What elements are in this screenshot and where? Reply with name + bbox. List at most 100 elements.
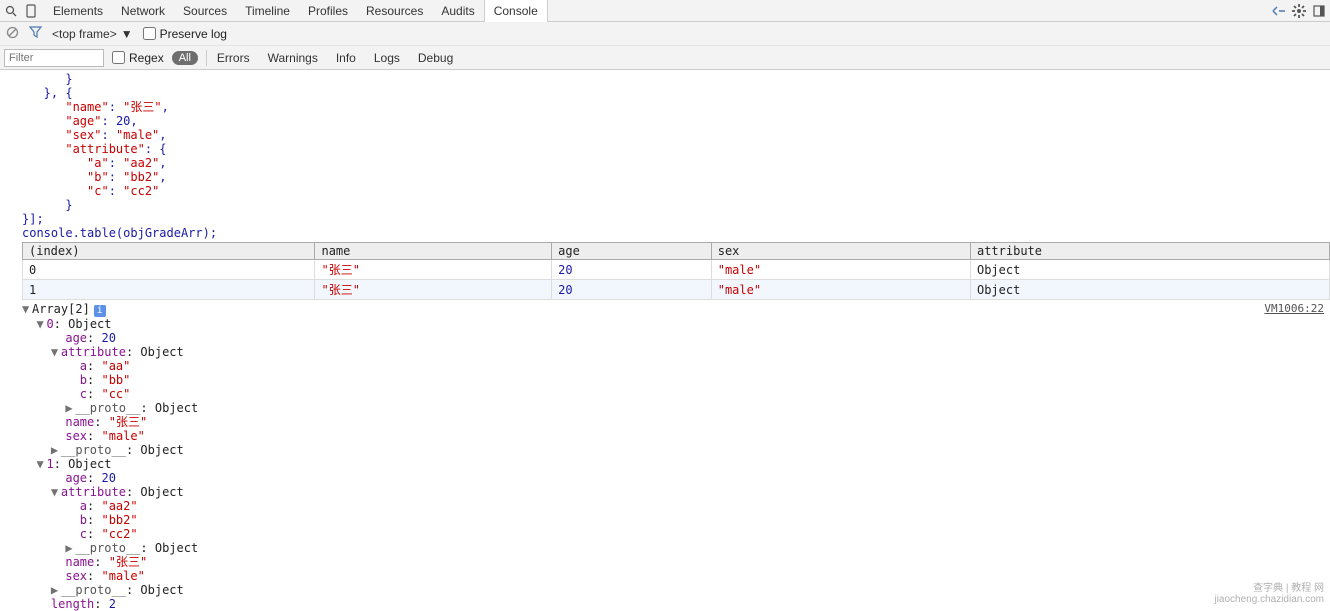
code-val: "bb2" <box>123 170 159 184</box>
table-cell: Object <box>970 280 1329 300</box>
code-prop: "b" <box>87 170 109 184</box>
tab-console[interactable]: Console <box>484 0 548 22</box>
disclosure-triangle[interactable]: ▼ <box>36 457 46 471</box>
frame-selector-label: <top frame> <box>52 27 117 41</box>
all-filter-pill[interactable]: All <box>172 51 198 65</box>
filter-links: Errors Warnings Info Logs Debug <box>215 51 455 65</box>
filter-input[interactable] <box>4 49 104 67</box>
tab-audits[interactable]: Audits <box>432 0 483 22</box>
tree-key: b <box>80 373 87 387</box>
preserve-log-input[interactable] <box>143 27 156 40</box>
code-val: "cc2" <box>123 184 159 198</box>
filter-debug[interactable]: Debug <box>416 51 455 65</box>
clear-console-icon[interactable] <box>6 26 19 42</box>
tree-key[interactable]: attribute <box>61 345 126 359</box>
table-header[interactable]: (index) <box>23 243 315 260</box>
table-cell: "male" <box>711 280 970 300</box>
tab-resources[interactable]: Resources <box>357 0 432 22</box>
settings-icon[interactable] <box>1292 4 1306 18</box>
tree-val: "张三" <box>109 415 147 429</box>
preserve-log-checkbox[interactable]: Preserve log <box>143 27 227 41</box>
code-prop: "name" <box>65 100 108 114</box>
disclosure-triangle[interactable]: ▶ <box>51 443 61 457</box>
filter-warnings[interactable]: Warnings <box>266 51 320 65</box>
tab-network[interactable]: Network <box>112 0 174 22</box>
tree-preview: Object <box>68 457 111 471</box>
table-cell: "张三" <box>315 280 552 300</box>
tree-proto[interactable]: __proto__ <box>75 541 140 555</box>
disclosure-triangle[interactable]: ▶ <box>65 541 75 555</box>
tree-preview: Object <box>155 401 198 415</box>
disclosure-triangle[interactable]: ▼ <box>36 317 46 331</box>
table-header[interactable]: age <box>552 243 712 260</box>
disclosure-triangle[interactable]: ▶ <box>65 401 75 415</box>
code-val: 20 <box>116 114 130 128</box>
vm-source-link[interactable]: VM1006:22 <box>1264 302 1324 316</box>
tree-val: "张三" <box>109 555 147 569</box>
watermark: 查字典 | 教程 网 jiaocheng.chazidian.com <box>1214 579 1324 605</box>
tree-preview: Object <box>140 583 183 597</box>
tree-proto[interactable]: __proto__ <box>75 401 140 415</box>
tree-preview: Object <box>140 443 183 457</box>
tree-key: b <box>80 513 87 527</box>
console-sub-toolbar: <top frame> ▼ Preserve log <box>0 22 1330 46</box>
table-header-row: (index)nameagesexattribute <box>23 243 1330 260</box>
tree-proto[interactable]: __proto__ <box>61 443 126 457</box>
filter-logs[interactable]: Logs <box>372 51 402 65</box>
tab-elements[interactable]: Elements <box>44 0 112 22</box>
tree-proto[interactable]: __proto__ <box>61 583 126 597</box>
filter-info[interactable]: Info <box>334 51 358 65</box>
disclosure-triangle[interactable]: ▼ <box>51 345 61 359</box>
tree-key: age <box>65 331 87 345</box>
dock-icon[interactable] <box>1312 4 1326 18</box>
tab-profiles[interactable]: Profiles <box>299 0 357 22</box>
code-prop: "a" <box>87 156 109 170</box>
tree-preview: Object <box>155 541 198 555</box>
filter-icon[interactable] <box>29 26 42 41</box>
filter-errors[interactable]: Errors <box>215 51 252 65</box>
tree-key[interactable]: 0 <box>46 317 53 331</box>
disclosure-triangle[interactable]: ▼ <box>51 485 61 499</box>
table-header[interactable]: attribute <box>970 243 1329 260</box>
tree-val: 20 <box>102 331 116 345</box>
right-toolbar <box>1272 4 1326 18</box>
table-header[interactable]: name <box>315 243 552 260</box>
regex-input[interactable] <box>112 51 125 64</box>
device-icon[interactable] <box>24 4 38 18</box>
info-badge-icon[interactable]: i <box>94 305 106 317</box>
tree-root[interactable]: Array[2] <box>32 302 90 316</box>
regex-checkbox[interactable]: Regex <box>112 51 164 65</box>
disclosure-triangle[interactable]: ▶ <box>51 583 61 597</box>
code-prop: "age" <box>65 114 101 128</box>
table-cell: 20 <box>552 280 712 300</box>
tab-sources[interactable]: Sources <box>174 0 236 22</box>
tree-key: c <box>80 387 87 401</box>
search-icon[interactable] <box>4 4 18 18</box>
code-snippet: } }, { "name": "张三", "age": 20, "sex": "… <box>0 70 1330 242</box>
disclosure-triangle[interactable]: ▼ <box>22 302 32 316</box>
tree-preview: Object <box>68 317 111 331</box>
drawer-toggle-icon[interactable] <box>1272 4 1286 18</box>
tree-key[interactable]: attribute <box>61 485 126 499</box>
table-row[interactable]: 0"张三"20"male"Object <box>23 260 1330 280</box>
code-prop: "sex" <box>65 128 101 142</box>
tree-key: sex <box>65 569 87 583</box>
console-output: } }, { "name": "张三", "age": 20, "sex": "… <box>0 70 1330 611</box>
tree-val: "male" <box>102 429 145 443</box>
table-header[interactable]: sex <box>711 243 970 260</box>
tree-preview: Object <box>140 485 183 499</box>
table-cell: 1 <box>23 280 315 300</box>
tree-key: name <box>65 415 94 429</box>
tree-key: sex <box>65 429 87 443</box>
table-row[interactable]: 1"张三"20"male"Object <box>23 280 1330 300</box>
tab-timeline[interactable]: Timeline <box>236 0 299 22</box>
tree-val: "cc" <box>101 387 130 401</box>
tree-key[interactable]: 1 <box>46 457 53 471</box>
tree-val: "aa" <box>101 359 130 373</box>
frame-selector[interactable]: <top frame> ▼ <box>52 27 133 41</box>
tree-key: name <box>65 555 94 569</box>
table-cell: "male" <box>711 260 970 280</box>
tree-preview: Object <box>140 345 183 359</box>
tree-val: "cc2" <box>101 527 137 541</box>
code-line: }]; <box>22 212 44 226</box>
